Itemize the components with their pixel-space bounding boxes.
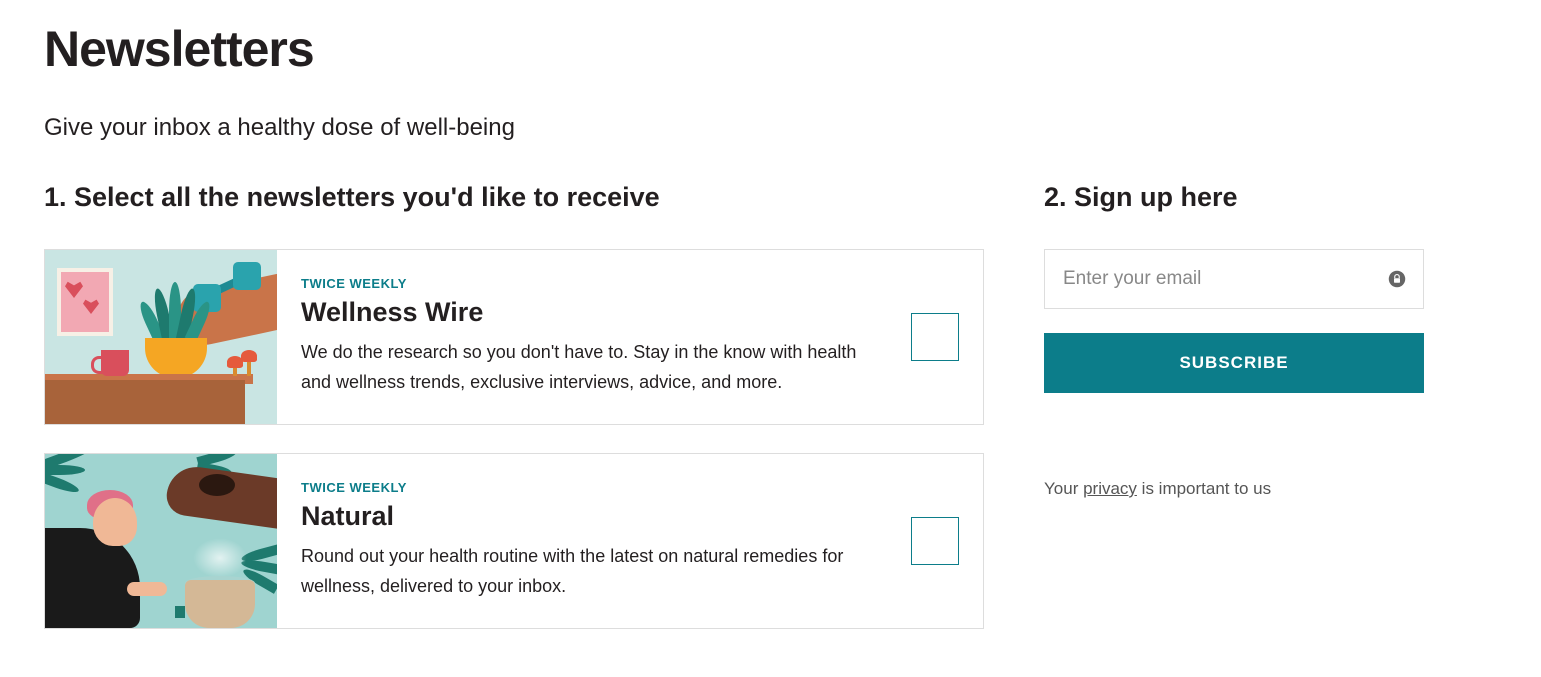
- newsletter-title: Natural: [301, 501, 887, 532]
- newsletter-description: Round out your health routine with the l…: [301, 542, 887, 601]
- email-field[interactable]: [1044, 249, 1424, 309]
- privacy-note: Your privacy is important to us: [1044, 479, 1424, 499]
- newsletter-title: Wellness Wire: [301, 297, 887, 328]
- newsletter-checkbox[interactable]: [911, 517, 959, 565]
- lock-icon: [1388, 270, 1406, 288]
- newsletter-checkbox[interactable]: [911, 313, 959, 361]
- newsletter-description: We do the research so you don't have to.…: [301, 338, 887, 397]
- newsletter-card-wellness-wire: TWICE WEEKLY Wellness Wire We do the res…: [44, 249, 984, 425]
- page-title: Newsletters: [44, 20, 1497, 78]
- privacy-prefix: Your: [1044, 479, 1083, 498]
- privacy-link[interactable]: privacy: [1083, 479, 1137, 498]
- subscribe-button[interactable]: SUBSCRIBE: [1044, 333, 1424, 393]
- newsletter-frequency: TWICE WEEKLY: [301, 276, 887, 291]
- signup-heading: 2. Sign up here: [1044, 182, 1424, 213]
- select-newsletters-heading: 1. Select all the newsletters you'd like…: [44, 182, 984, 213]
- privacy-suffix: is important to us: [1137, 479, 1271, 498]
- newsletter-illustration: [45, 454, 277, 628]
- newsletter-card-natural: TWICE WEEKLY Natural Round out your heal…: [44, 453, 984, 629]
- page-subtitle: Give your inbox a healthy dose of well-b…: [44, 114, 1497, 142]
- newsletter-illustration: [45, 250, 277, 424]
- newsletter-frequency: TWICE WEEKLY: [301, 480, 887, 495]
